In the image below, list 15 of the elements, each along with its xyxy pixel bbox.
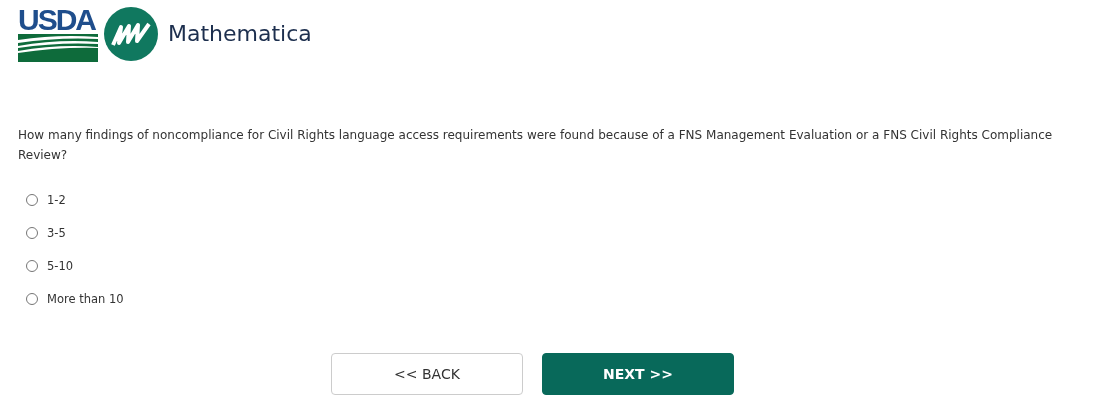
option-label[interactable]: 3-5 — [47, 226, 66, 240]
radio-button[interactable] — [26, 194, 38, 206]
logo-icon — [104, 6, 158, 61]
option-label[interactable]: More than 10 — [47, 292, 124, 306]
option-label[interactable]: 1-2 — [47, 193, 66, 207]
mathematica-logo-text: Mathematica — [168, 21, 312, 46]
next-button[interactable]: NEXT >> — [542, 353, 734, 395]
usda-logo-text: USDA — [18, 5, 97, 34]
radio-button[interactable] — [26, 260, 38, 272]
back-button[interactable]: << BACK — [331, 353, 523, 395]
radio-button[interactable] — [26, 227, 38, 239]
option-label[interactable]: 5-10 — [47, 259, 74, 273]
fields-icon — [18, 33, 98, 62]
radio-button[interactable] — [26, 293, 38, 305]
question-text: How many findings of noncompliance for Civil Rights language access requirements were found because of a FNS Management Evaluation or a FNS Civil Rights Compliance Review? — [18, 127, 1054, 164]
